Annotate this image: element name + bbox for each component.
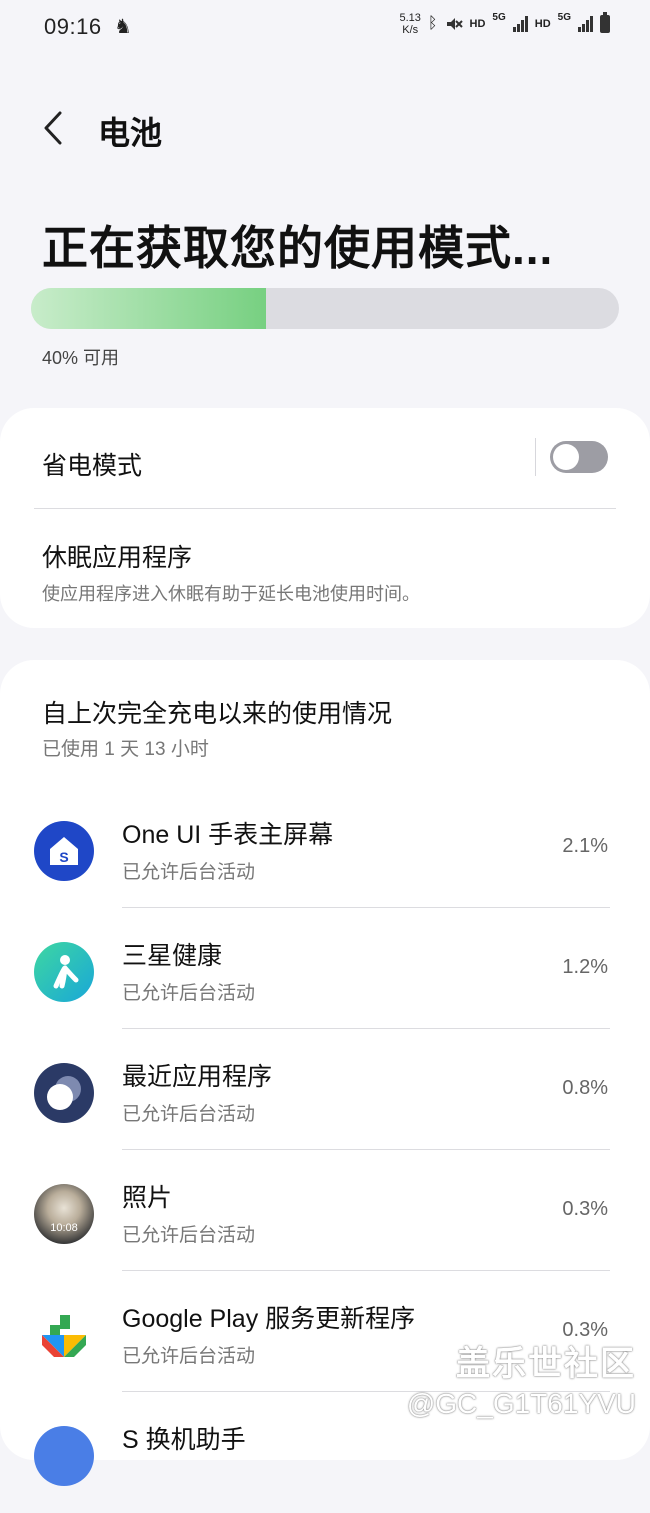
signal-icon bbox=[512, 16, 528, 32]
app-status: 已允许后台活动 bbox=[122, 862, 256, 883]
app-status: 已允许后台活动 bbox=[122, 1104, 256, 1125]
app-name: Google Play 服务更新程序 bbox=[122, 1305, 416, 1333]
app-row-one-ui-watch[interactable]: S One UI 手表主屏幕 已允许后台活动 2.1% bbox=[0, 787, 650, 908]
network-speed-value: 5.13 bbox=[399, 12, 421, 24]
samsung-health-icon bbox=[34, 942, 94, 1002]
sleeping-apps-item[interactable]: 休眠应用程序 使应用程序进入休眠有助于延长电池使用时间。 bbox=[0, 509, 650, 628]
app-status: 已允许后台活动 bbox=[122, 983, 256, 1004]
hd-label: HD bbox=[469, 18, 486, 30]
watermark-user: @GC_G1T61YVU bbox=[406, 1388, 636, 1419]
google-play-services-icon bbox=[34, 1305, 94, 1365]
battery-heading: 正在获取您的使用模式... bbox=[42, 222, 554, 274]
app-percent: 1.2% bbox=[562, 956, 608, 978]
app-percent: 0.3% bbox=[562, 1198, 608, 1220]
sleeping-apps-title: 休眠应用程序 bbox=[42, 544, 193, 572]
app-row-samsung-health[interactable]: 三星健康 已允许后台活动 1.2% bbox=[0, 908, 650, 1029]
toggle-knob bbox=[553, 444, 579, 470]
recent-apps-icon bbox=[34, 1063, 94, 1123]
app-name: 三星健康 bbox=[122, 942, 223, 970]
battery-icon bbox=[600, 12, 610, 33]
network-speed-unit: K/s bbox=[402, 24, 419, 36]
status-icons: 5.13 K/s ᛒ HD 5G HD 5G bbox=[400, 12, 610, 36]
app-row-photos[interactable]: 10:08 照片 已允许后台活动 0.3% bbox=[0, 1150, 650, 1271]
app-name: 照片 bbox=[122, 1184, 173, 1212]
hd-label-2: HD bbox=[534, 18, 551, 30]
5g-label: 5G bbox=[492, 12, 506, 23]
chevron-left-icon bbox=[44, 111, 62, 145]
app-name: 最近应用程序 bbox=[122, 1063, 273, 1091]
network-speed: 5.13 K/s bbox=[400, 12, 421, 36]
battery-available-text: 40% 可用 bbox=[42, 348, 120, 368]
app-status: 已允许后台活动 bbox=[122, 1346, 256, 1367]
page-title: 电池 bbox=[98, 115, 163, 151]
app-status: 已允许后台活动 bbox=[122, 1225, 256, 1246]
status-bar: 09:16 ♞ 5.13 K/s ᛒ HD 5G HD 5G bbox=[0, 0, 650, 56]
power-saving-label[interactable]: 省电模式 bbox=[42, 446, 142, 482]
status-time: 09:16 bbox=[44, 14, 102, 39]
app-name: One UI 手表主屏幕 bbox=[122, 821, 334, 849]
app-percent: 2.1% bbox=[562, 835, 608, 857]
svg-text:S: S bbox=[59, 849, 68, 865]
usage-subtitle: 已使用 1 天 13 小时 bbox=[42, 739, 209, 760]
power-saving-toggle[interactable] bbox=[550, 441, 608, 473]
sleeping-apps-subtitle: 使应用程序进入休眠有助于延长电池使用时间。 bbox=[42, 584, 420, 604]
mute-icon bbox=[446, 18, 463, 30]
battery-level-fill bbox=[31, 288, 267, 329]
app-row-recent-apps[interactable]: 最近应用程序 已允许后台活动 0.8% bbox=[0, 1029, 650, 1150]
battery-level-bar bbox=[31, 288, 619, 329]
5g-label-2: 5G bbox=[557, 12, 571, 23]
divider bbox=[535, 438, 536, 476]
accessibility-icon: ♞ bbox=[114, 16, 132, 38]
one-ui-watch-home-icon: S bbox=[34, 821, 94, 881]
back-button[interactable] bbox=[40, 108, 70, 148]
app-name: S 换机助手 bbox=[122, 1426, 246, 1454]
photos-icon: 10:08 bbox=[34, 1184, 94, 1244]
bluetooth-icon: ᛒ bbox=[427, 15, 438, 32]
app-percent: 0.8% bbox=[562, 1077, 608, 1099]
watermark-brand: 盖乐世社区 bbox=[456, 1345, 636, 1383]
signal-icon-2 bbox=[578, 16, 593, 32]
settings-card: 省电模式 休眠应用程序 使应用程序进入休眠有助于延长电池使用时间。 bbox=[0, 408, 650, 628]
usage-title: 自上次完全充电以来的使用情况 bbox=[42, 700, 393, 728]
smart-switch-icon bbox=[34, 1426, 94, 1486]
photo-icon-clock-text: 10:08 bbox=[50, 1222, 78, 1234]
